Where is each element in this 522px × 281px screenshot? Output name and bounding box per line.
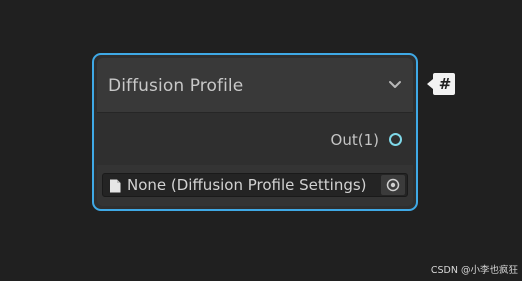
output-port-icon[interactable]	[389, 133, 402, 146]
output-port-label: Out(1)	[330, 131, 379, 149]
type-badge: #	[427, 72, 455, 96]
diffusion-profile-object-field[interactable]: None (Diffusion Profile Settings)	[102, 173, 408, 197]
watermark: CSDN @小李也疯狂	[430, 265, 518, 276]
node-title: Diffusion Profile	[108, 76, 244, 96]
object-picker-icon[interactable]	[381, 175, 405, 195]
diffusion-profile-node[interactable]: Diffusion Profile Out(1) None (Diffusion…	[92, 53, 418, 211]
chevron-down-icon[interactable]	[385, 74, 405, 94]
graph-canvas[interactable]: Diffusion Profile Out(1) None (Diffusion…	[0, 0, 522, 281]
node-header[interactable]: Diffusion Profile	[97, 58, 413, 112]
object-field-value: None (Diffusion Profile Settings)	[127, 176, 367, 194]
file-icon	[109, 178, 121, 193]
property-row: None (Diffusion Profile Settings)	[97, 165, 413, 206]
type-badge-label: #	[438, 75, 452, 93]
output-port-row: Out(1)	[97, 113, 413, 165]
